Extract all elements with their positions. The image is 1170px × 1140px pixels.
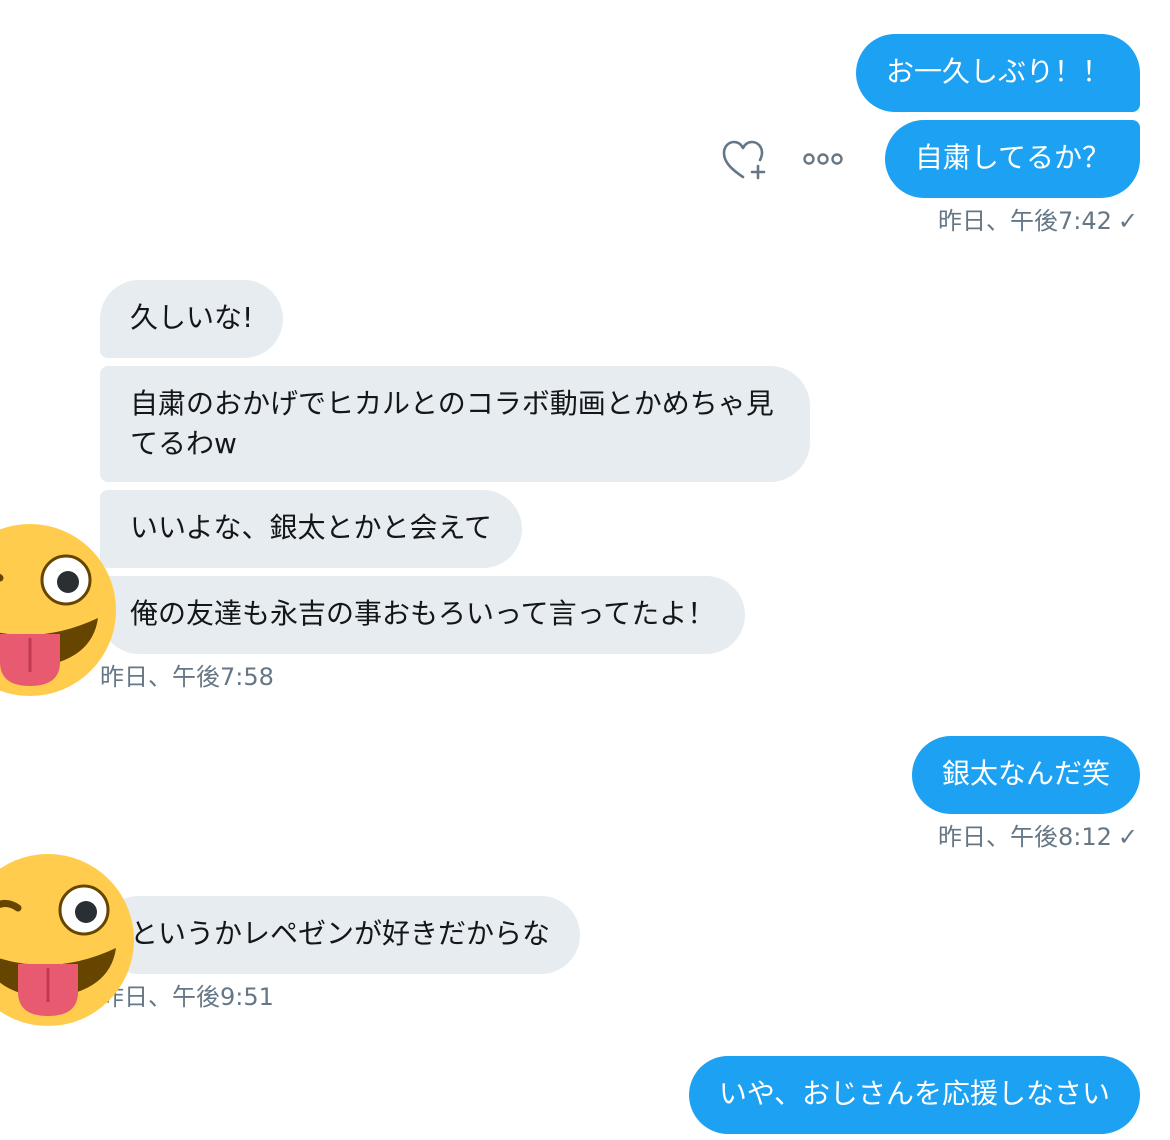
timestamp-text: 昨日、午後7:42 bbox=[937, 207, 1112, 235]
message-text: 自粛のおかげでヒカルとのコラボ動画とかめちゃ見てるわw bbox=[130, 387, 774, 460]
message-timestamp: 昨日、午後7:58 bbox=[100, 662, 274, 692]
sender-avatar[interactable] bbox=[0, 522, 118, 698]
message-text: 自粛してるか？ bbox=[914, 141, 1110, 174]
read-check-icon: ✓ bbox=[1117, 823, 1138, 851]
received-message-bubble[interactable]: というかレペゼンが好きだからな bbox=[100, 896, 581, 974]
winking-tongue-emoji-avatar bbox=[0, 854, 134, 1026]
received-message-bubble[interactable]: いいよな、銀太とかと会えて bbox=[100, 490, 523, 568]
winking-tongue-emoji-avatar bbox=[0, 524, 116, 696]
sent-message-bubble[interactable]: お一久しぶり！！ bbox=[855, 34, 1140, 112]
received-message-bubble[interactable]: 自粛のおかげでヒカルとのコラボ動画とかめちゃ見てるわw bbox=[100, 366, 810, 482]
sent-message-bubble[interactable]: 銀太なんだ笑 bbox=[911, 736, 1140, 814]
sent-message-bubble[interactable]: 自粛してるか？ bbox=[884, 120, 1140, 198]
message-text: お一久しぶり！！ bbox=[885, 55, 1110, 88]
read-check-icon: ✓ bbox=[1117, 207, 1138, 235]
heart-plus-icon bbox=[722, 140, 766, 180]
message-text: というかレペゼンが好きだからな bbox=[130, 917, 551, 950]
timestamp-text: 昨日、午後8:12 bbox=[937, 823, 1112, 851]
message-timestamp: 昨日、午後8:12 ✓ bbox=[938, 822, 1138, 852]
sent-message-bubble[interactable]: いや、おじさんを応援しなさい bbox=[688, 1056, 1140, 1134]
received-message-bubble[interactable]: 俺の友達も永吉の事おもろいって言ってたよ！ bbox=[100, 576, 746, 654]
more-dots-icon bbox=[803, 153, 843, 165]
sender-avatar[interactable] bbox=[0, 852, 136, 1028]
message-text: 久しいな! bbox=[130, 301, 254, 334]
like-button[interactable] bbox=[720, 138, 768, 182]
message-text: いや、おじさんを応援しなさい bbox=[718, 1077, 1110, 1110]
message-text: 俺の友達も永吉の事おもろいって言ってたよ！ bbox=[130, 597, 716, 630]
received-message-bubble[interactable]: 久しいな! bbox=[100, 280, 284, 358]
message-text: 銀太なんだ笑 bbox=[941, 757, 1110, 790]
message-timestamp: 昨日、午後7:42 ✓ bbox=[938, 206, 1138, 236]
message-text: いいよな、銀太とかと会えて bbox=[130, 511, 493, 544]
more-options-button[interactable] bbox=[800, 144, 846, 174]
timestamp-text: 昨日、午後7:58 bbox=[100, 663, 274, 691]
